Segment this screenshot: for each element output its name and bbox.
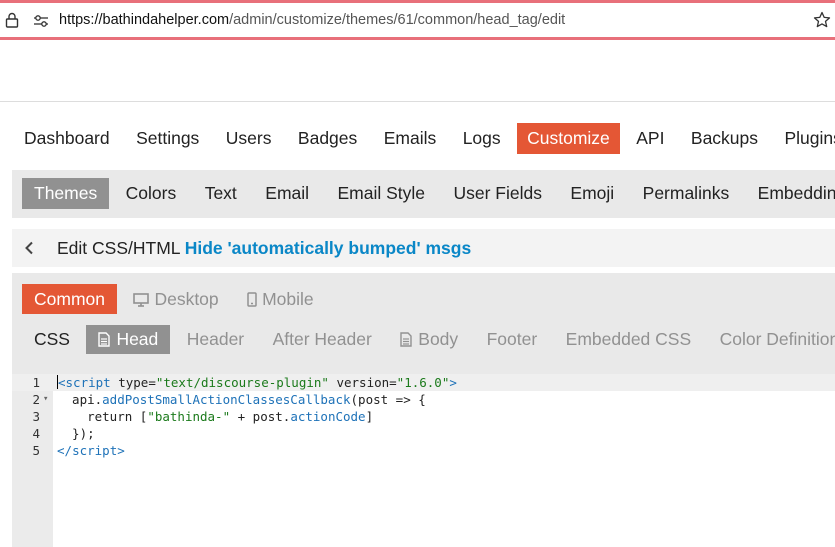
subnav-user-fields[interactable]: User Fields (441, 178, 554, 209)
nav-users[interactable]: Users (216, 123, 282, 154)
code-line[interactable]: 4 }); (12, 425, 835, 442)
bookmark-star-icon[interactable] (813, 11, 831, 29)
subnav-embedding[interactable]: Embedding (746, 178, 835, 209)
tab-mobile[interactable]: Mobile (235, 284, 326, 314)
url-host: https://bathindahelper.com (59, 12, 230, 28)
url-path: /admin/customize/themes/61/common/head_t… (229, 12, 566, 28)
page-title: Edit CSS/HTML Hide 'automatically bumped… (57, 238, 471, 259)
browser-address-bar[interactable]: https://bathindahelper.com/admin/customi… (0, 0, 835, 40)
nav-customize[interactable]: Customize (517, 123, 620, 154)
code-text: </script> (57, 443, 125, 458)
tab-body[interactable]: Body (388, 325, 470, 354)
desktop-icon (133, 293, 150, 307)
line-number: 5 (32, 443, 40, 458)
subnav-permalinks[interactable]: Permalinks (631, 178, 742, 209)
tab-head-label: Head (116, 329, 159, 349)
url-text[interactable]: https://bathindahelper.com/admin/customi… (59, 12, 565, 28)
code-text: return ["bathinda-" + post.actionCode] (57, 409, 374, 424)
tab-desktop[interactable]: Desktop (121, 284, 230, 314)
nav-api[interactable]: API (626, 123, 674, 154)
code-text: }); (57, 426, 95, 441)
tab-body-label: Body (418, 329, 459, 349)
subnav-text[interactable]: Text (193, 178, 249, 209)
code-line[interactable]: 1 <script type="text/discourse-plugin" v… (12, 374, 835, 391)
file-icon (400, 332, 412, 347)
nav-plugins[interactable]: Plugins (774, 123, 835, 154)
code-editor[interactable]: 1 <script type="text/discourse-plugin" v… (12, 374, 835, 547)
line-number: 1 (32, 375, 40, 390)
editor-panel: Common Desktop Mobile CSS Head Header Af… (12, 273, 835, 547)
nav-backups[interactable]: Backups (681, 123, 768, 154)
line-number: 2 (32, 392, 40, 407)
nav-badges[interactable]: Badges (288, 123, 367, 154)
code-line[interactable]: 2 ▾ api.addPostSmallActionClassesCallbac… (12, 391, 835, 408)
nav-settings[interactable]: Settings (126, 123, 209, 154)
tab-footer[interactable]: Footer (475, 325, 550, 354)
tab-mobile-label: Mobile (262, 289, 314, 309)
tab-desktop-label: Desktop (154, 289, 219, 309)
code-text: api.addPostSmallActionClassesCallback(po… (57, 392, 426, 407)
fold-arrow-icon[interactable]: ▾ (43, 391, 48, 408)
theme-name-link[interactable]: Hide 'automatically bumped' msgs (185, 238, 471, 258)
nav-emails[interactable]: Emails (374, 123, 447, 154)
tab-header[interactable]: Header (175, 325, 256, 354)
code-line[interactable]: 5 </script> (12, 442, 835, 459)
subnav-colors[interactable]: Colors (114, 178, 189, 209)
tab-css[interactable]: CSS (22, 325, 82, 354)
admin-main-nav: Dashboard Settings Users Badges Emails L… (14, 123, 835, 155)
tab-head[interactable]: Head (86, 325, 171, 354)
site-header (0, 40, 835, 102)
mobile-icon (247, 292, 257, 307)
tab-color-definitions[interactable]: Color Definitions (708, 325, 835, 354)
chevron-left-icon (25, 241, 33, 255)
customize-sub-nav: Themes Colors Text Email Email Style Use… (12, 170, 835, 218)
code-text: <script type="text/discourse-plugin" ver… (57, 375, 457, 390)
edit-title-bar: Edit CSS/HTML Hide 'automatically bumped… (12, 229, 835, 267)
subnav-email-style[interactable]: Email Style (325, 178, 437, 209)
tab-embedded-css[interactable]: Embedded CSS (554, 325, 704, 354)
subnav-emoji[interactable]: Emoji (558, 178, 626, 209)
nav-logs[interactable]: Logs (453, 123, 511, 154)
tab-after-header[interactable]: After Header (261, 325, 384, 354)
target-tabs: Common Desktop Mobile (22, 284, 326, 314)
tab-common[interactable]: Common (22, 284, 117, 314)
field-tabs: CSS Head Header After Header Body Footer… (22, 325, 835, 354)
page-title-prefix: Edit CSS/HTML (57, 238, 180, 258)
code-line[interactable]: 3 return ["bathinda-" + post.actionCode] (12, 408, 835, 425)
lock-icon (5, 12, 19, 28)
site-permissions-icon[interactable] (33, 14, 49, 28)
back-button[interactable] (12, 229, 46, 267)
line-number: 3 (32, 409, 40, 424)
nav-dashboard[interactable]: Dashboard (14, 123, 120, 154)
file-icon (98, 332, 111, 347)
subnav-themes[interactable]: Themes (22, 178, 110, 209)
subnav-email[interactable]: Email (253, 178, 321, 209)
line-number: 4 (32, 426, 40, 441)
